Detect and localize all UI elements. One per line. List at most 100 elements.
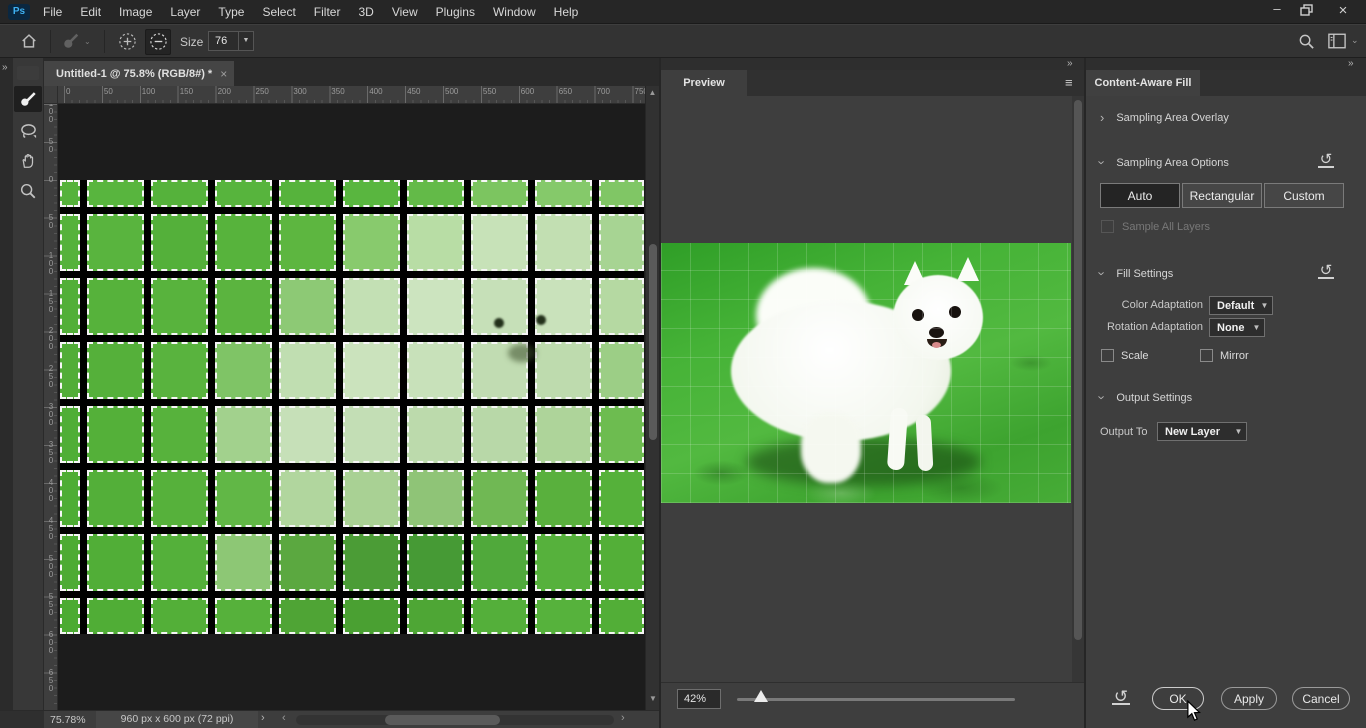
tab-preview[interactable]: Preview (661, 70, 747, 96)
menu-layer[interactable]: Layer (161, 0, 209, 24)
sampling-area-rectangular-button[interactable]: Rectangular (1182, 183, 1262, 208)
reset-fill-settings-icon[interactable]: ↺ (1318, 264, 1334, 279)
v-ruler-label: 2 0 0 (46, 327, 56, 351)
selection-cell (151, 180, 208, 207)
scrollbar-thumb[interactable] (649, 244, 657, 440)
sampling-area-auto-button[interactable]: Auto (1100, 183, 1180, 208)
scale-checkbox[interactable] (1101, 349, 1114, 362)
section-sampling-area-overlay[interactable]: › Sampling Area Overlay (1100, 110, 1229, 125)
slider-thumb[interactable] (754, 690, 768, 702)
subtract-from-sampling-icon (149, 32, 168, 51)
content-aware-fill-panel: » Content-Aware Fill › Sampling Area Ove… (1086, 58, 1366, 728)
reset-sampling-options-icon[interactable]: ↺ (1318, 153, 1334, 168)
selection-cell (471, 470, 528, 527)
selection-cell (535, 406, 592, 463)
menu-plugins[interactable]: Plugins (427, 0, 484, 24)
tab-content-aware-fill[interactable]: Content-Aware Fill (1086, 70, 1200, 96)
section-fill-settings[interactable]: › Fill Settings (1100, 266, 1173, 281)
panel-collapse-icon[interactable]: » (1348, 58, 1354, 70)
tool-sampling-brush[interactable] (14, 86, 42, 112)
section-title: Sampling Area Overlay (1116, 112, 1229, 124)
tool-zoom[interactable] (14, 178, 42, 204)
add-to-sampling-icon[interactable] (118, 32, 137, 51)
selection-cell (215, 180, 272, 207)
panel-menu-icon[interactable]: ≡ (1065, 75, 1073, 90)
minimize-button[interactable]: – (1262, 0, 1292, 22)
scroll-left-icon[interactable]: ‹ (282, 712, 286, 724)
menu-type[interactable]: Type (209, 0, 253, 24)
status-chevron-icon[interactable]: › (261, 712, 265, 724)
reset-all-icon[interactable]: ↺ (1112, 690, 1130, 705)
v-ruler-label: 3 5 0 (46, 441, 56, 465)
scrollbar-thumb[interactable] (1074, 100, 1082, 640)
selection-cell (407, 406, 464, 463)
color-adaptation-dropdown[interactable]: Default ▼ (1209, 296, 1273, 315)
brush-preset-chevron-icon[interactable]: ⌄ (84, 37, 91, 46)
cancel-button[interactable]: Cancel (1292, 687, 1350, 710)
toolbar-grip (17, 66, 39, 80)
sample-all-layers-row: Sample All Layers (1101, 220, 1210, 233)
document-tab-close-icon[interactable]: × (220, 67, 227, 81)
selection-cell (343, 342, 400, 399)
zoom-level-field[interactable]: 75.78% (50, 714, 86, 726)
preview-vertical-scrollbar[interactable] (1072, 96, 1084, 682)
section-output-settings[interactable]: › Output Settings (1100, 390, 1192, 405)
restore-button[interactable] (1292, 4, 1322, 22)
home-icon[interactable] (20, 32, 38, 50)
menu-select[interactable]: Select (253, 0, 304, 24)
color-adaptation-label: Color Adaptation (1086, 299, 1203, 311)
selection-cell (535, 598, 592, 634)
panel-collapse-icon[interactable]: » (1067, 58, 1073, 70)
selection-cell (151, 406, 208, 463)
selection-cell (279, 278, 336, 335)
h-ruler-label: 400 (367, 87, 382, 96)
canvas-horizontal-scrollbar[interactable] (296, 715, 614, 725)
canvas-vertical-scrollbar[interactable]: ▲ ▼ (645, 86, 659, 710)
scroll-down-icon[interactable]: ▼ (646, 694, 660, 703)
output-to-dropdown[interactable]: New Layer ▼ (1157, 422, 1247, 441)
preview-zoom-slider[interactable] (737, 698, 1015, 701)
rotation-adaptation-dropdown[interactable]: None ▼ (1209, 318, 1265, 337)
menu-help[interactable]: Help (545, 0, 588, 24)
v-ruler-label: 5 0 (46, 214, 56, 230)
sample-all-layers-checkbox[interactable] (1101, 220, 1114, 233)
mirror-checkbox[interactable] (1200, 349, 1213, 362)
selection-cell (279, 180, 336, 207)
selection-cell (87, 470, 144, 527)
size-dropdown[interactable]: 76 ▼ (208, 31, 254, 51)
tool-lasso[interactable] (14, 118, 42, 144)
scrollbar-thumb[interactable] (385, 715, 500, 725)
hand-icon (19, 152, 37, 170)
menu-image[interactable]: Image (110, 0, 161, 24)
document-info[interactable]: 960 px x 600 px (72 ppi) (96, 711, 258, 728)
close-button[interactable]: × (1326, 0, 1360, 22)
scroll-right-icon[interactable]: › (621, 712, 625, 724)
apply-button[interactable]: Apply (1221, 687, 1277, 710)
size-label: Size (180, 35, 203, 49)
brush-preset-icon[interactable] (62, 32, 80, 50)
menu-filter[interactable]: Filter (305, 0, 350, 24)
selection-cell (599, 598, 644, 634)
selection-cell (87, 278, 144, 335)
menu-edit[interactable]: Edit (71, 0, 110, 24)
menu-3d[interactable]: 3D (349, 0, 382, 24)
workspace-chevron-icon[interactable]: ⌄ (1351, 35, 1359, 46)
selection-cell (407, 470, 464, 527)
toolbar-collapse-icon[interactable]: » (2, 62, 13, 73)
selection-cell (343, 534, 400, 591)
sampling-area-custom-button[interactable]: Custom (1264, 183, 1344, 208)
scroll-up-icon[interactable]: ▲ (646, 86, 659, 100)
document-tab[interactable]: Untitled-1 @ 75.8% (RGB/8#) * × (44, 61, 234, 86)
v-ruler-label: 5 0 0 (46, 555, 56, 579)
canvas[interactable] (58, 104, 645, 710)
menu-file[interactable]: File (34, 0, 71, 24)
tool-hand[interactable] (14, 148, 42, 174)
workspace-switcher-icon[interactable] (1328, 33, 1346, 49)
menu-view[interactable]: View (383, 0, 427, 24)
section-sampling-area-options[interactable]: › Sampling Area Options (1100, 155, 1229, 170)
ruler-corner[interactable] (44, 86, 58, 104)
search-icon[interactable] (1298, 33, 1315, 50)
menu-window[interactable]: Window (484, 0, 545, 24)
preview-zoom-field[interactable]: 42% (677, 689, 721, 709)
subtract-from-sampling-button[interactable] (145, 29, 171, 55)
